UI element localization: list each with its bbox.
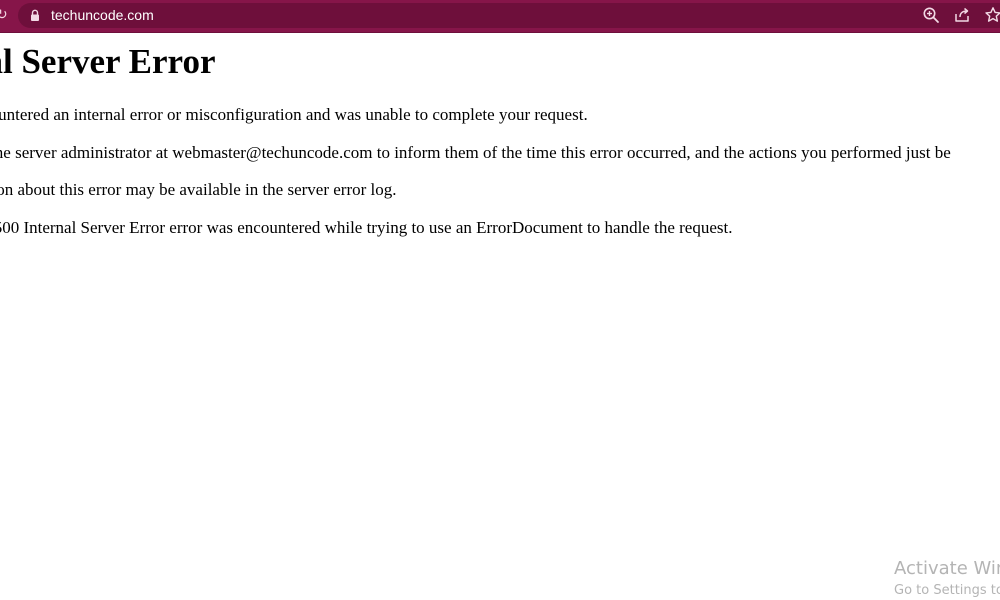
error-message: encountered an internal error or misconf… <box>0 105 588 124</box>
page-title: nal Server Error <box>0 42 216 81</box>
star-icon[interactable] <box>984 6 1000 24</box>
watermark-title: Activate Win <box>894 558 1000 579</box>
browser-toolbar: ↻ techuncode.com <box>0 0 1000 33</box>
url-text[interactable]: techuncode.com <box>51 6 154 25</box>
zoom-icon[interactable] <box>922 6 940 24</box>
address-bar[interactable]: techuncode.com <box>18 3 1000 28</box>
watermark-subtitle: Go to Settings to <box>894 583 1000 598</box>
log-message: mation about this error may be available… <box>0 180 397 199</box>
additional-error-message: y, a 500 Internal Server Error error was… <box>0 218 733 237</box>
share-icon[interactable] <box>953 6 971 24</box>
activation-watermark: Activate Win Go to Settings to <box>894 557 1000 600</box>
reload-icon[interactable]: ↻ <box>0 5 8 25</box>
contact-message: act the server administrator at webmaste… <box>0 143 951 162</box>
lock-icon[interactable] <box>30 9 40 22</box>
